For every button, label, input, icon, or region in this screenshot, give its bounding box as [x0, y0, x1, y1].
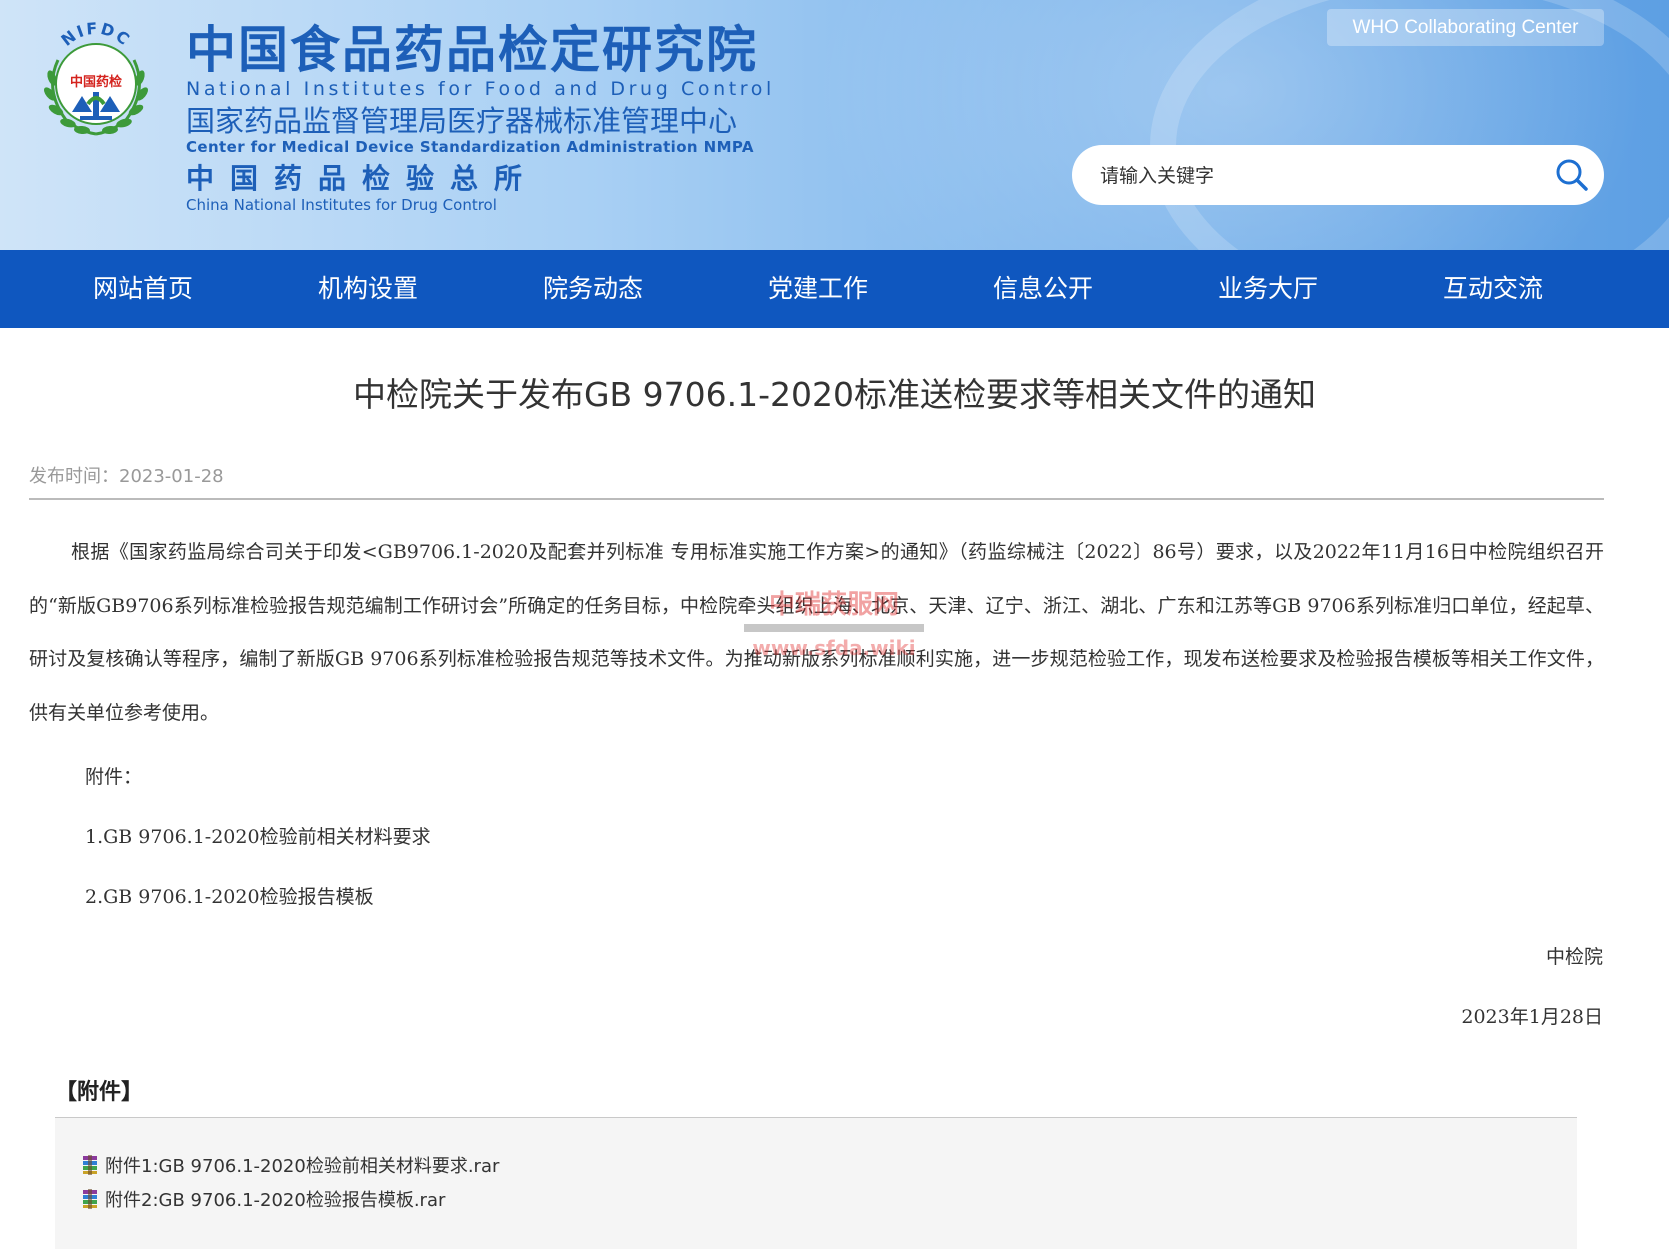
nav-service-hall[interactable]: 业务大厅: [1188, 250, 1348, 328]
main-nav: 网站首页 机构设置 院务动态 党建工作 信息公开 业务大厅 互动交流: [0, 250, 1669, 328]
attachment-file-link[interactable]: 附件1:GB 9706.1-2020检验前相关材料要求.rar: [105, 1152, 499, 1178]
search-box: [1072, 145, 1604, 205]
nav-organization[interactable]: 机构设置: [288, 250, 448, 328]
site-header: NIFDC 中国药检 中国食品药品检定研究院 National Institut…: [0, 0, 1669, 250]
institute-title-block: 中国食品药品检定研究院 National Institutes for Food…: [186, 22, 775, 214]
attachment-file-2[interactable]: 附件2:GB 9706.1-2020检验报告模板.rar: [82, 1185, 445, 1213]
attachment-line-1: 1.GB 9706.1-2020检验前相关材料要求: [85, 826, 431, 848]
logo-center-text: 中国药检: [70, 74, 122, 90]
center-name-en: Center for Medical Device Standardizatio…: [186, 138, 754, 156]
attachment-line-2: 2.GB 9706.1-2020检验报告模板: [85, 886, 374, 908]
nav-info-disclosure[interactable]: 信息公开: [963, 250, 1123, 328]
article-body: 根据《国家药监局综合司关于印发<GB9706.1-2020及配套并列标准 专用标…: [29, 541, 1604, 724]
search-icon[interactable]: [1554, 157, 1590, 193]
nav-news[interactable]: 院务动态: [513, 250, 673, 328]
title-divider: [29, 498, 1604, 500]
attachment-file-link[interactable]: 附件2:GB 9706.1-2020检验报告模板.rar: [105, 1186, 445, 1212]
article-title: 中检院关于发布GB 9706.1-2020标准送检要求等相关文件的通知: [352, 375, 1317, 414]
attachments-label: 附件：: [85, 766, 143, 788]
drug-control-name-en: China National Institutes for Drug Contr…: [186, 196, 497, 214]
publish-time: 发布时间：2023-01-28: [29, 466, 224, 487]
nav-party-building[interactable]: 党建工作: [738, 250, 898, 328]
signature-date: 2023年1月28日: [1461, 1006, 1603, 1028]
search-input[interactable]: [1098, 157, 1522, 195]
attachments-heading: 【附件】: [55, 1080, 144, 1105]
signature: 中检院: [1545, 946, 1603, 968]
nav-interaction[interactable]: 互动交流: [1413, 250, 1573, 328]
attachments-panel: 附件1:GB 9706.1-2020检验前相关材料要求.rar 附件2:GB 9…: [55, 1117, 1577, 1249]
rar-file-icon: [83, 1189, 97, 1209]
who-collaborating-center-link[interactable]: WHO Collaborating Center: [1327, 9, 1604, 46]
institute-name-cn: 中国食品药品检定研究院: [186, 21, 758, 79]
nav-home[interactable]: 网站首页: [63, 250, 223, 328]
nifdc-logo[interactable]: NIFDC 中国药检: [36, 20, 156, 140]
institute-name-en: National Institutes for Food and Drug Co…: [186, 78, 775, 100]
center-name-cn: 国家药品监督管理局医疗器械标准管理中心: [186, 104, 738, 138]
attachment-file-1[interactable]: 附件1:GB 9706.1-2020检验前相关材料要求.rar: [82, 1151, 499, 1179]
drug-control-name-cn: 中国药品检验总所: [186, 162, 539, 195]
rar-file-icon: [83, 1155, 97, 1175]
